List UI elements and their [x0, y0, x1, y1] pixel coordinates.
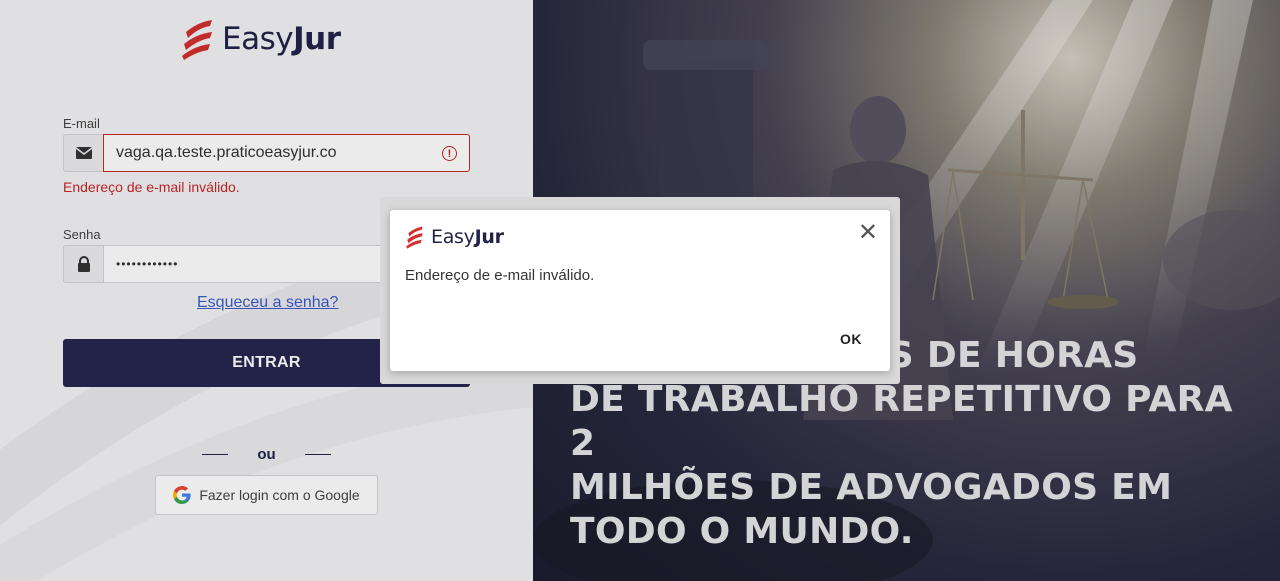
dialog-wordmark: EasyJur — [431, 226, 504, 248]
alert-dialog: EasyJur ✕ Endereço de e-mail inválido. O… — [390, 210, 890, 371]
dialog-brand-logo: EasyJur — [405, 225, 504, 249]
alert-dialog-frame: EasyJur ✕ Endereço de e-mail inválido. O… — [380, 197, 900, 384]
close-icon[interactable]: ✕ — [858, 218, 878, 246]
ok-button[interactable]: OK — [840, 331, 862, 347]
dialog-message: Endereço de e-mail inválido. — [405, 267, 595, 284]
logo-icon — [406, 226, 423, 249]
